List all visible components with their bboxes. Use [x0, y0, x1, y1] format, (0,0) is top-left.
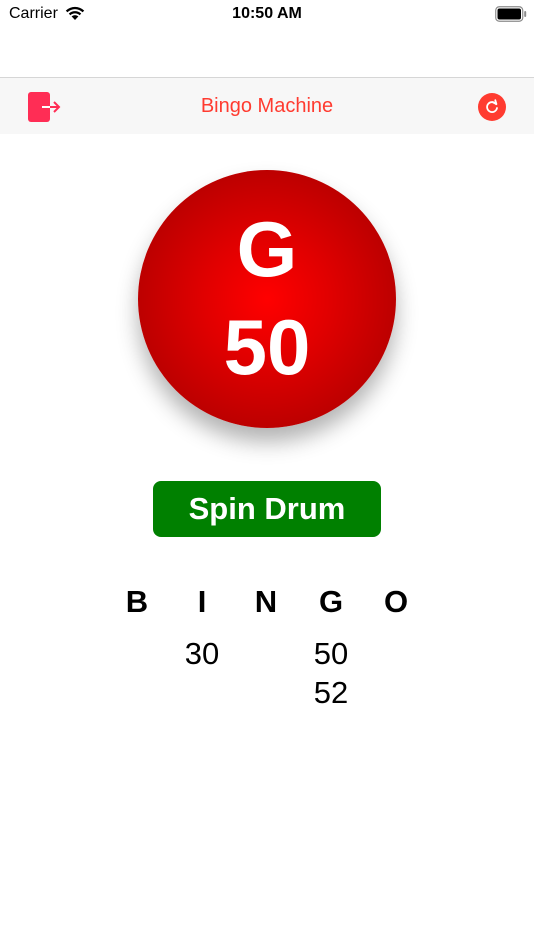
logout-button[interactable]: [26, 91, 64, 123]
column-header-n: N: [254, 584, 278, 619]
called-number: 50: [313, 636, 349, 671]
ball-letter: G: [236, 205, 298, 293]
wifi-icon: [65, 6, 85, 20]
column-header-o: O: [383, 584, 409, 619]
spin-drum-button[interactable]: Spin Drum: [153, 481, 381, 537]
reset-button[interactable]: [478, 93, 506, 121]
bingo-ball: G 50: [138, 170, 396, 428]
column-header-i: I: [197, 584, 207, 619]
logout-icon: [28, 92, 61, 122]
column-header-g: G: [318, 584, 344, 619]
status-bar: Carrier 10:50 AM: [0, 0, 534, 30]
navigation-bar: Bingo Machine: [0, 77, 534, 134]
carrier-label: Carrier: [9, 5, 58, 22]
ball-number: 50: [223, 303, 311, 391]
battery-icon: [495, 6, 527, 22]
reset-icon: [486, 99, 498, 113]
column-header-b: B: [125, 584, 149, 619]
nav-title: Bingo Machine: [200, 95, 334, 117]
called-number: 30: [184, 636, 220, 671]
called-number: 52: [313, 675, 349, 710]
